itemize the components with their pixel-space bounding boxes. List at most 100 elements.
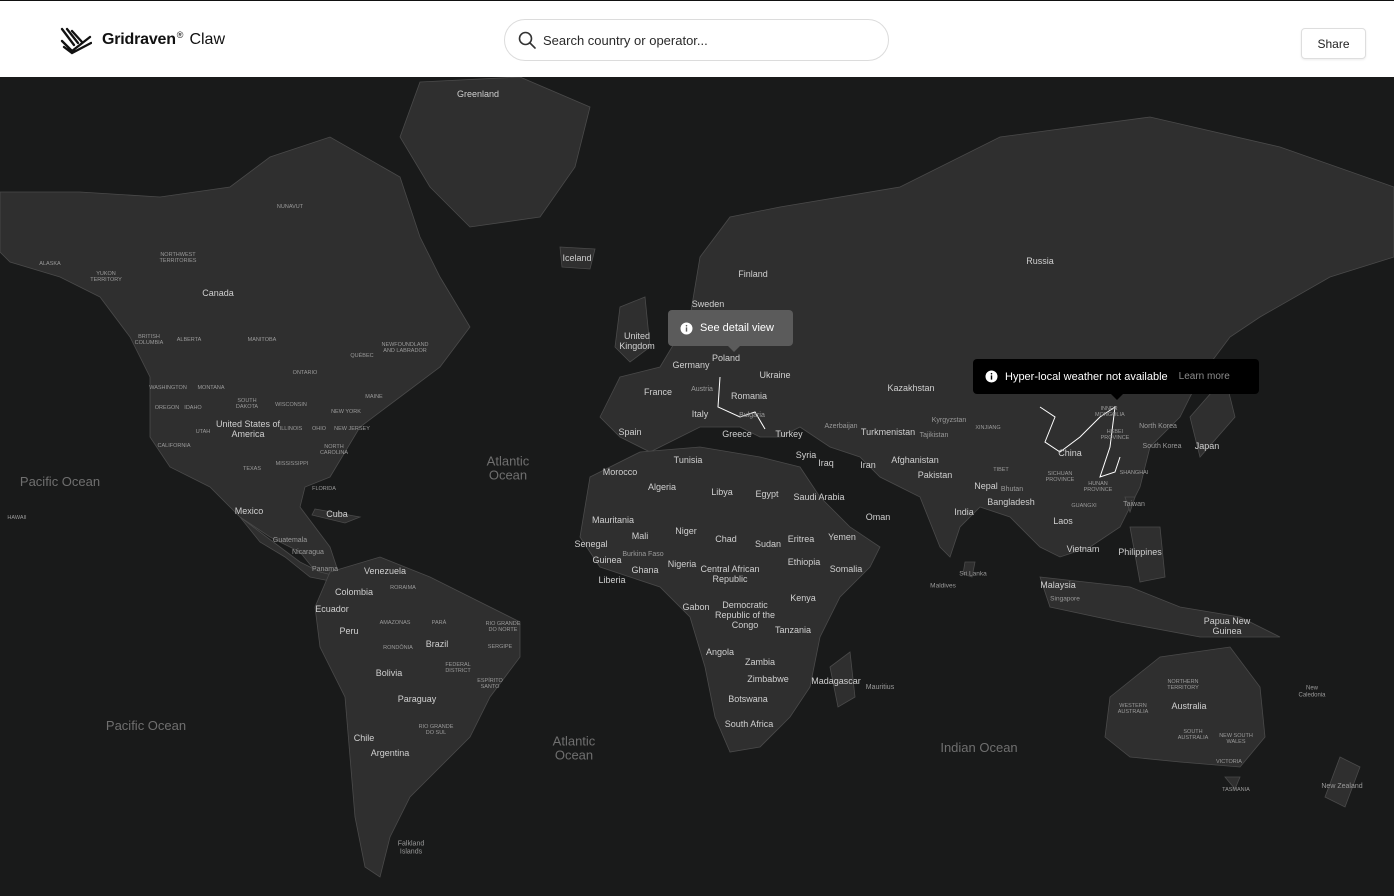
search-input[interactable]	[543, 32, 863, 48]
learn-more-link[interactable]: Learn more	[1179, 371, 1230, 382]
country-label: Russia	[1026, 256, 1054, 267]
country-label: Iraq	[818, 458, 834, 469]
country-label: Sudan	[754, 539, 782, 550]
region-label: VICTORIA	[1216, 758, 1242, 765]
country-label: Greece	[722, 429, 752, 440]
region-label: NEWFOUNDLAND AND LABRADOR	[381, 341, 429, 354]
country-label: Zambia	[744, 657, 776, 668]
country-label: Romania	[730, 391, 768, 402]
country-label: Tanzania	[774, 625, 812, 636]
map-landmasses	[0, 77, 1394, 878]
country-label: Papua New Guinea	[1203, 616, 1251, 636]
country-label: South Korea	[1142, 443, 1182, 451]
country-label: Bhutan	[1000, 486, 1024, 494]
region-label: SHANGHAI	[1119, 469, 1149, 476]
region-label: ILLINOIS	[279, 425, 303, 432]
country-label: Guatemala	[272, 537, 308, 545]
region-label: NORTHWEST TERRITORIES	[159, 251, 197, 264]
region-label: NORTH CAROLINA	[319, 443, 349, 456]
country-label: Eritrea	[787, 534, 815, 545]
region-label: TIBET	[993, 466, 1009, 473]
brand-title[interactable]: Gridraven ® Claw	[102, 30, 225, 49]
country-label: Venezuela	[363, 566, 407, 577]
weather-unavailable-tooltip: Hyper-local weather not available Learn …	[973, 359, 1259, 400]
country-label: Botswana	[728, 694, 768, 705]
region-label: WASHINGTON	[149, 384, 187, 391]
country-label: Kyrgyzstan	[931, 417, 967, 425]
world-map[interactable]: Pacific Ocean Pacific Ocean Atlantic Oce…	[0, 77, 1394, 896]
country-label: Brazil	[425, 639, 449, 650]
region-label: RIO GRANDE DO NORTE	[485, 620, 521, 633]
country-label: Mauritania	[591, 515, 635, 526]
country-label: Spain	[618, 427, 642, 438]
country-label: Maldives	[930, 582, 956, 590]
country-label: Cuba	[326, 509, 348, 520]
region-label: GUANGXI	[1071, 502, 1097, 509]
country-label: Yemen	[828, 532, 856, 543]
country-label: Iceland	[562, 253, 592, 264]
country-label: Nicaragua	[292, 549, 324, 557]
country-label: France	[643, 387, 673, 398]
country-label: Tajikistan	[919, 432, 949, 440]
country-label: Sweden	[691, 299, 725, 310]
weather-unavailable-text: Hyper-local weather not available	[1005, 370, 1168, 383]
ocean-label: Indian Ocean	[940, 739, 1018, 755]
region-label: MAINE	[365, 393, 383, 400]
search-box[interactable]	[504, 19, 889, 61]
country-label: Argentina	[370, 748, 410, 759]
country-label: Peru	[339, 626, 359, 637]
country-label: Poland	[711, 353, 741, 364]
info-icon	[680, 322, 693, 334]
brand-registered-mark: ®	[176, 30, 184, 40]
country-label: Tunisia	[673, 455, 703, 466]
region-label: AMAZONAS	[379, 619, 411, 626]
region-label: RONDÔNIA	[383, 644, 413, 651]
region-label: SERGIPE	[487, 643, 513, 650]
country-label: Australia	[1171, 701, 1207, 712]
region-label: OHIO	[311, 425, 327, 432]
gridraven-logo-icon[interactable]	[60, 27, 92, 55]
see-detail-view-label: See detail view	[700, 322, 774, 334]
country-label: Turkmenistan	[860, 427, 916, 438]
region-label: CALIFORNIA	[157, 442, 191, 449]
country-label: Austria	[691, 386, 713, 394]
country-label: Taiwan	[1123, 501, 1145, 509]
region-label: BRITISH COLUMBIA	[134, 333, 164, 346]
country-label: Vietnam	[1066, 544, 1100, 555]
ocean-label: Atlantic Ocean	[486, 453, 530, 483]
country-label: Democratic Republic of the Congo	[714, 600, 776, 630]
search-icon	[518, 31, 536, 49]
country-label: Chad	[715, 534, 737, 545]
region-label: TASMANIA	[1222, 786, 1250, 793]
country-label: Iran	[860, 460, 876, 471]
region-label: MANITOBA	[247, 336, 277, 343]
region-label: NEW YORK	[331, 408, 361, 415]
region-label: SICHUAN PROVINCE	[1045, 470, 1075, 483]
region-label: ESPÍRITO SANTO	[477, 677, 503, 690]
region-label: HUNAN PROVINCE	[1083, 480, 1113, 493]
country-label: Kazakhstan	[887, 383, 935, 394]
country-label: Guinea	[592, 555, 622, 566]
country-label: Paraguay	[397, 694, 437, 705]
country-label: South Africa	[724, 719, 774, 730]
country-label: Central African Republic	[700, 564, 760, 584]
region-label: MONTANA	[197, 384, 225, 391]
country-label: Ghana	[631, 565, 659, 576]
see-detail-view-tooltip[interactable]: See detail view	[668, 310, 793, 352]
country-label: Philippines	[1118, 547, 1162, 558]
region-label: TEXAS	[242, 465, 262, 472]
region-label: ALASKA	[39, 260, 61, 267]
country-label: Falkland Islands	[397, 840, 425, 855]
country-label: Bangladesh	[987, 497, 1035, 508]
country-label: Egypt	[755, 489, 779, 500]
country-label: Nepal	[974, 481, 998, 492]
country-label: China	[1058, 448, 1082, 459]
country-label: Ethiopia	[787, 557, 821, 568]
country-label: Liberia	[598, 575, 626, 586]
info-icon	[985, 370, 998, 383]
share-button[interactable]: Share	[1301, 28, 1366, 59]
country-label: Germany	[672, 360, 710, 371]
country-label: Nigeria	[667, 559, 697, 570]
region-label: OREGON	[154, 404, 180, 411]
country-label: Sri Lanka	[959, 570, 987, 578]
